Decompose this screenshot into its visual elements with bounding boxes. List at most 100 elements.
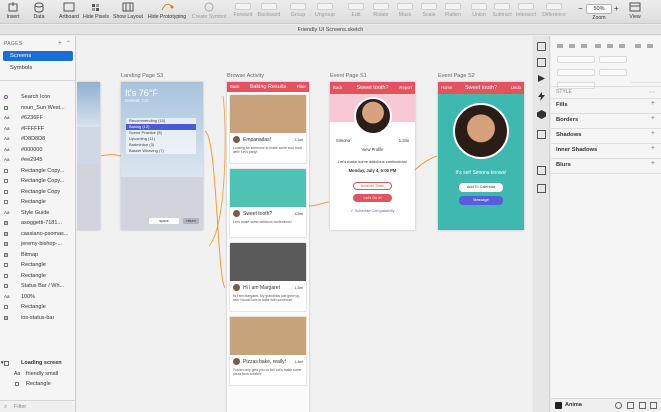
filter-button[interactable]: Filter [297, 82, 306, 92]
prototype-tab-icon[interactable] [537, 74, 546, 83]
flatten-button[interactable]: Flatten [442, 1, 464, 18]
message-button[interactable]: Message [459, 196, 503, 205]
page-screens[interactable]: Screens [3, 51, 73, 61]
view-button[interactable]: View [624, 1, 646, 20]
layer-item[interactable]: Rectangle [0, 197, 75, 208]
artboard-landing-page-s3[interactable]: It's 76°F Denver, CO Recommending (15) Ba… [121, 82, 203, 230]
inner-shadows-section[interactable]: Inner Shadows [556, 147, 597, 153]
layer-item[interactable]: Rectangle Copy... [0, 176, 75, 187]
zoom-out-button[interactable]: − [578, 4, 583, 13]
keyboard[interactable]: space return [121, 177, 203, 230]
create-symbol-button[interactable]: Create Symbol [190, 1, 228, 20]
add-shadow-icon[interactable]: + [651, 130, 655, 137]
share-icon[interactable] [537, 184, 546, 193]
height-field[interactable] [599, 69, 627, 76]
post-card[interactable]: Empanadas! 1.1mi Looking for someone to ma… [229, 94, 307, 164]
layer-item[interactable]: Search Icon [0, 92, 75, 103]
add-blur-icon[interactable]: + [651, 160, 655, 167]
collapse-pages-icon[interactable]: ⌃ [66, 40, 71, 47]
backward-button[interactable]: Backward [256, 1, 282, 18]
blurs-section[interactable]: Blurs [556, 162, 571, 168]
style-options-icon[interactable]: ⋯ [649, 89, 655, 96]
rotate-button[interactable]: Rotate [370, 1, 392, 18]
artboard-event-page-s2[interactable]: Home Sweet tooth? Undo It's set! Simona … [438, 82, 524, 230]
back-button[interactable]: Back [230, 82, 239, 92]
layer-item[interactable]: Aa Style Guide [0, 208, 75, 219]
group-button[interactable]: Group [288, 1, 308, 18]
layer-item[interactable]: Status Bar / Wh... [0, 281, 75, 292]
menu-icon[interactable] [650, 402, 657, 409]
subtract-button[interactable]: Subtract [490, 1, 514, 18]
artboard-partial[interactable] [77, 82, 100, 230]
add-page-icon[interactable]: + [58, 40, 62, 47]
width-field[interactable] [557, 69, 595, 76]
settings-icon[interactable] [615, 402, 622, 409]
fills-section[interactable]: Fills [556, 102, 568, 108]
design-tab-icon[interactable] [537, 42, 546, 51]
layer-item[interactable]: jeremy-bishop-... [0, 239, 75, 250]
export-icon[interactable] [537, 130, 546, 139]
ungroup-button[interactable]: Ungroup [312, 1, 338, 18]
view-profile-link[interactable]: View Profile [330, 147, 415, 152]
artboard-button[interactable]: Artboard [56, 1, 82, 20]
layer-item[interactable]: Bitmap [0, 250, 75, 261]
y-field[interactable] [599, 56, 627, 63]
return-key[interactable]: return [183, 218, 199, 224]
artboard-label[interactable]: Event Page S1 [330, 73, 367, 79]
back-button[interactable]: Back [333, 82, 342, 94]
layer-item[interactable]: Rectangle [0, 260, 75, 271]
layer-item[interactable]: Aa friendly small [0, 369, 75, 380]
canvas[interactable]: Landing Page S3 It's 76°F Denver, CO Rec… [77, 36, 532, 412]
page-symbols[interactable]: Symbols [0, 63, 75, 73]
report-button[interactable]: Report [399, 82, 412, 94]
another-time-button[interactable]: Another Time! [353, 182, 392, 190]
layer-item[interactable]: Rectangle [0, 271, 75, 282]
forward-button[interactable]: Forward [232, 1, 254, 18]
home-button[interactable]: Home [441, 82, 452, 94]
post-card[interactable]: Pizzas bake, really! 1.4mi Frozen only get… [229, 316, 307, 386]
category-item[interactable]: Basket Weaving (7) [126, 148, 196, 154]
layer-item[interactable]: asoggetti-7181... [0, 218, 75, 229]
zoom-in-button[interactable]: + [614, 4, 619, 13]
union-button[interactable]: Union [470, 1, 488, 18]
zoom-level[interactable]: 50% [586, 4, 612, 14]
layer-group-loading-screen[interactable]: ▾ Loading screen Aa friendly small Recta… [0, 358, 75, 390]
layer-item[interactable]: Aa #D8D8D8 [0, 134, 75, 145]
post-card[interactable]: Sweet tooth? 1.2mi Let's make some delicio… [229, 168, 307, 238]
layer-item[interactable]: Rectangle Copy [0, 187, 75, 198]
alignment-bar[interactable] [555, 42, 657, 50]
hide-prototyping-button[interactable]: Hide Prototyping [146, 1, 188, 20]
post-card[interactable]: Hi i am Margaret 1.2mi Hi i am Margaret. M… [229, 242, 307, 312]
artboard-browse-activity[interactable]: Back Baking Results Filter Empanadas! 1.1… [227, 82, 309, 412]
artboard-label[interactable]: Browse Activity [227, 73, 264, 79]
layer-item[interactable]: Rectangle [0, 379, 75, 390]
insert-button[interactable]: Insert [4, 1, 22, 20]
layer-item[interactable]: Aa #FFFFFF [0, 124, 75, 135]
artboard-label[interactable]: Event Page S2 [438, 73, 475, 79]
layer-item[interactable]: Rectangle Copy... [0, 166, 75, 177]
layer-item[interactable]: Aa #ee2945 [0, 155, 75, 166]
space-key[interactable]: space [149, 218, 179, 224]
component-icon[interactable] [537, 166, 546, 175]
layer-item[interactable]: cassiano-psomas... [0, 229, 75, 240]
add-inner-shadow-icon[interactable]: + [651, 145, 655, 152]
undo-button[interactable]: Undo [511, 82, 521, 94]
add-to-calendar-button[interactable]: Add To Calendar [459, 183, 503, 192]
anima-label[interactable]: Anima [565, 402, 582, 408]
data-button[interactable]: Data [30, 1, 48, 20]
scale-button[interactable]: Scale [420, 1, 438, 18]
x-field[interactable] [557, 56, 595, 63]
edit-button[interactable]: Edit [346, 1, 366, 18]
schedule-compatibility[interactable]: ✓ Schedule Compatability [330, 208, 415, 213]
layout-tab-icon[interactable] [537, 58, 546, 67]
lets-do-it-button[interactable]: Let's Do It! [353, 194, 392, 202]
layer-item[interactable]: Aa #000000 [0, 145, 75, 156]
artboard-event-page-s1[interactable]: Back Sweet tooth? Report Simona 1.3mi Vi… [330, 82, 415, 230]
plugin-icon[interactable] [537, 110, 546, 119]
difference-button[interactable]: Difference [540, 1, 568, 18]
group-header[interactable]: ▾ Loading screen [0, 358, 75, 369]
layer-item[interactable]: ios-status-bar [0, 313, 75, 324]
lightning-icon[interactable] [537, 92, 546, 101]
intersect-button[interactable]: Intersect [514, 1, 538, 18]
layer-item[interactable]: Aa #6236FF [0, 113, 75, 124]
